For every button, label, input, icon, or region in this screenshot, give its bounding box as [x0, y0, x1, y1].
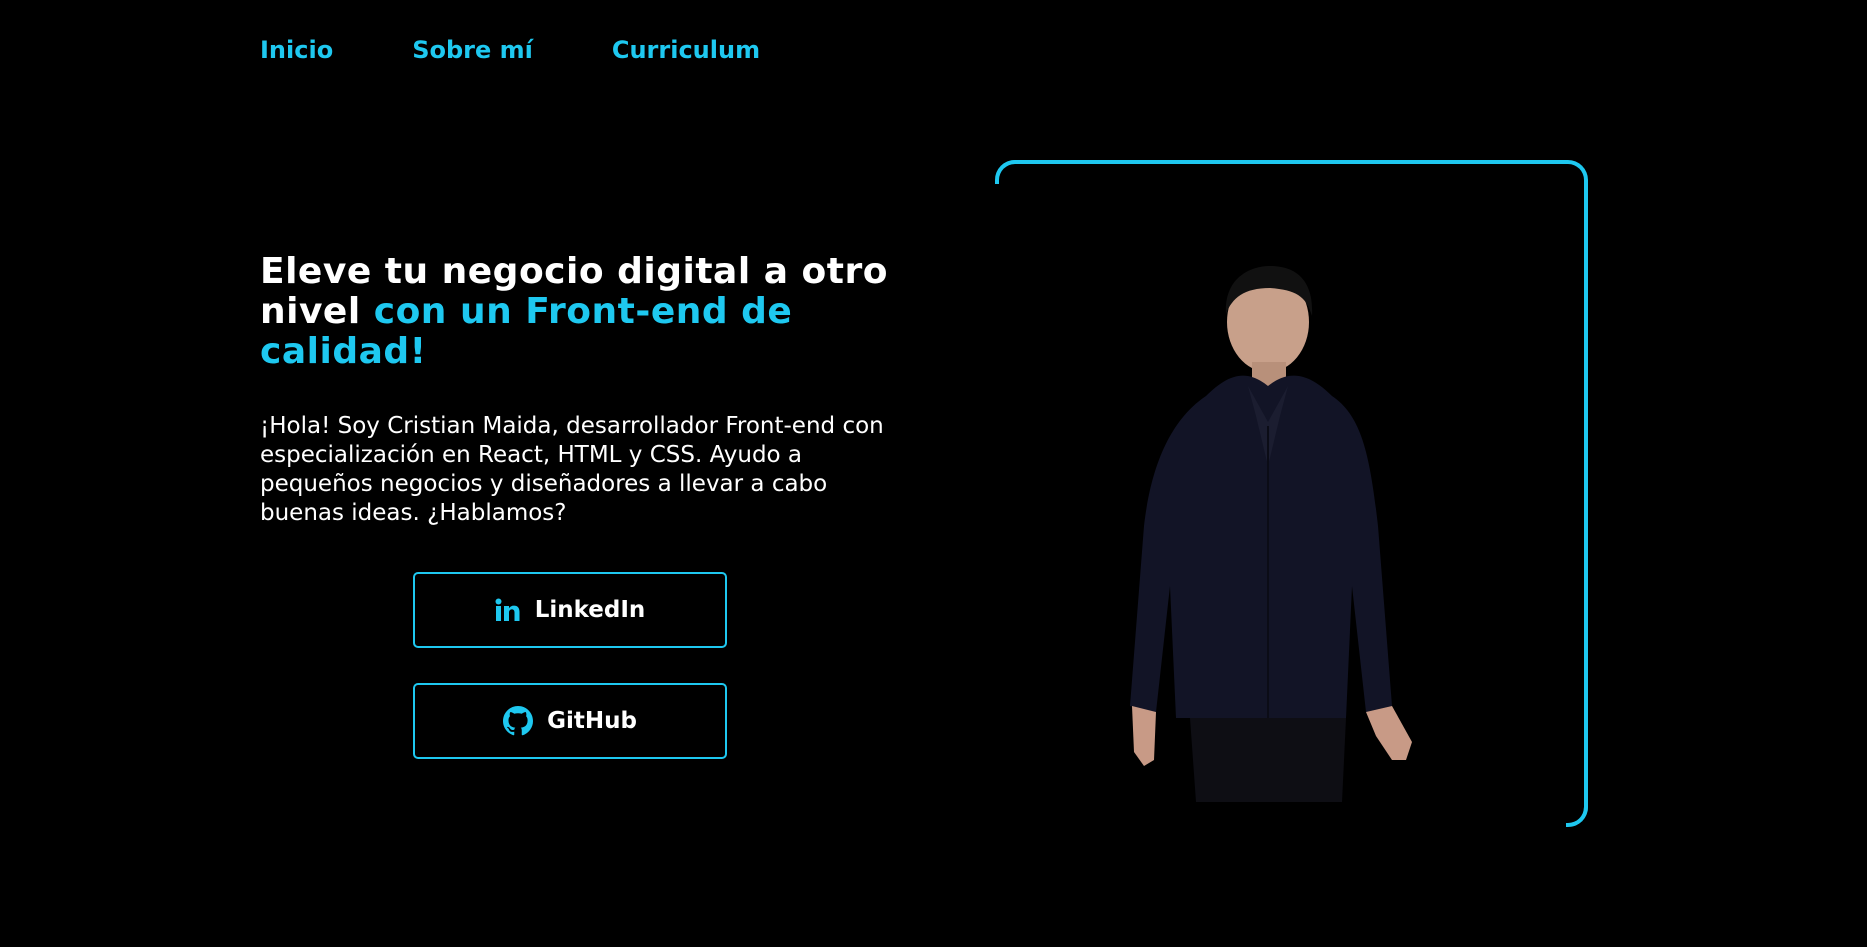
nav-link-curriculum[interactable]: Curriculum	[612, 36, 760, 64]
github-button[interactable]: GitHub	[413, 683, 727, 759]
linkedin-icon	[495, 598, 521, 622]
top-nav: Inicio Sobre mí Curriculum	[260, 36, 760, 64]
hero-section: Eleve tu negocio digital a otro nivel co…	[260, 252, 900, 528]
nav-link-sobre-mi[interactable]: Sobre mí	[412, 36, 533, 64]
nav-link-inicio[interactable]: Inicio	[260, 36, 333, 64]
linkedin-label: LinkedIn	[534, 597, 646, 623]
portrait-photo	[1130, 266, 1412, 802]
linkedin-button[interactable]: LinkedIn	[413, 572, 727, 648]
page: Inicio Sobre mí Curriculum Eleve tu nego…	[0, 0, 1867, 947]
github-icon	[503, 706, 534, 736]
hero-headline: Eleve tu negocio digital a otro nivel co…	[260, 252, 900, 372]
github-label: GitHub	[547, 708, 637, 734]
hero-intro: ¡Hola! Soy Cristian Maida, desarrollador…	[260, 413, 884, 526]
